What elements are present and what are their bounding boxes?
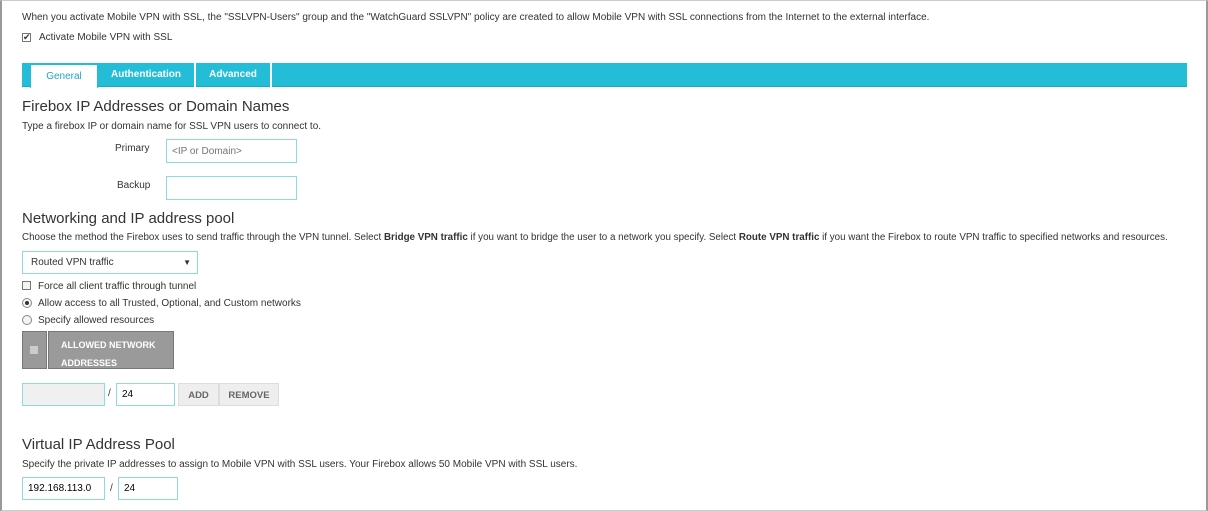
slash-separator: / xyxy=(108,388,111,399)
backup-input[interactable] xyxy=(166,176,297,200)
network-mask-input[interactable] xyxy=(116,383,175,406)
tab-authentication[interactable]: Authentication xyxy=(98,63,196,87)
pool-slash: / xyxy=(110,483,113,494)
specify-resources-radio[interactable] xyxy=(22,315,32,325)
method-select-value: Routed VPN traffic xyxy=(31,257,114,268)
intro-text: When you activate Mobile VPN with SSL, t… xyxy=(22,12,930,23)
allow-all-radio[interactable] xyxy=(22,298,32,308)
method-select[interactable]: Routed VPN traffic ▼ xyxy=(22,251,198,274)
allow-all-label: Allow access to all Trusted, Optional, a… xyxy=(38,298,301,309)
table-select-all-cell xyxy=(22,331,47,369)
force-tunnel-label: Force all client traffic through tunnel xyxy=(38,281,197,292)
tab-general[interactable]: General xyxy=(30,64,98,88)
network-address-input[interactable] xyxy=(22,383,105,406)
pool-desc: Specify the private IP addresses to assi… xyxy=(22,459,578,470)
add-button[interactable]: ADD xyxy=(178,383,219,406)
pool-title: Virtual IP Address Pool xyxy=(22,436,175,453)
primary-label: Primary xyxy=(115,143,150,154)
pool-mask-input[interactable] xyxy=(118,477,178,500)
chevron-down-icon: ▼ xyxy=(183,258,191,267)
force-tunnel-checkbox[interactable] xyxy=(22,281,31,290)
table-header-allowed-network: ALLOWED NETWORK ADDRESSES xyxy=(48,331,174,369)
activate-checkbox[interactable]: ✔ xyxy=(22,33,31,42)
firebox-title: Firebox IP Addresses or Domain Names xyxy=(22,98,290,115)
tab-bar: General Authentication Advanced xyxy=(22,63,1187,88)
firebox-desc: Type a firebox IP or domain name for SSL… xyxy=(22,121,322,132)
specify-resources-label: Specify allowed resources xyxy=(38,315,155,326)
networking-title: Networking and IP address pool xyxy=(22,210,235,227)
networking-desc: Choose the method the Firebox uses to se… xyxy=(22,232,1168,243)
primary-input[interactable] xyxy=(166,139,297,163)
activate-label: Activate Mobile VPN with SSL xyxy=(39,32,173,43)
remove-button[interactable]: REMOVE xyxy=(219,383,279,406)
tab-advanced[interactable]: Advanced xyxy=(196,63,272,87)
pool-ip-input[interactable] xyxy=(22,477,105,500)
select-all-checkbox[interactable] xyxy=(30,346,38,354)
backup-label: Backup xyxy=(117,180,151,191)
